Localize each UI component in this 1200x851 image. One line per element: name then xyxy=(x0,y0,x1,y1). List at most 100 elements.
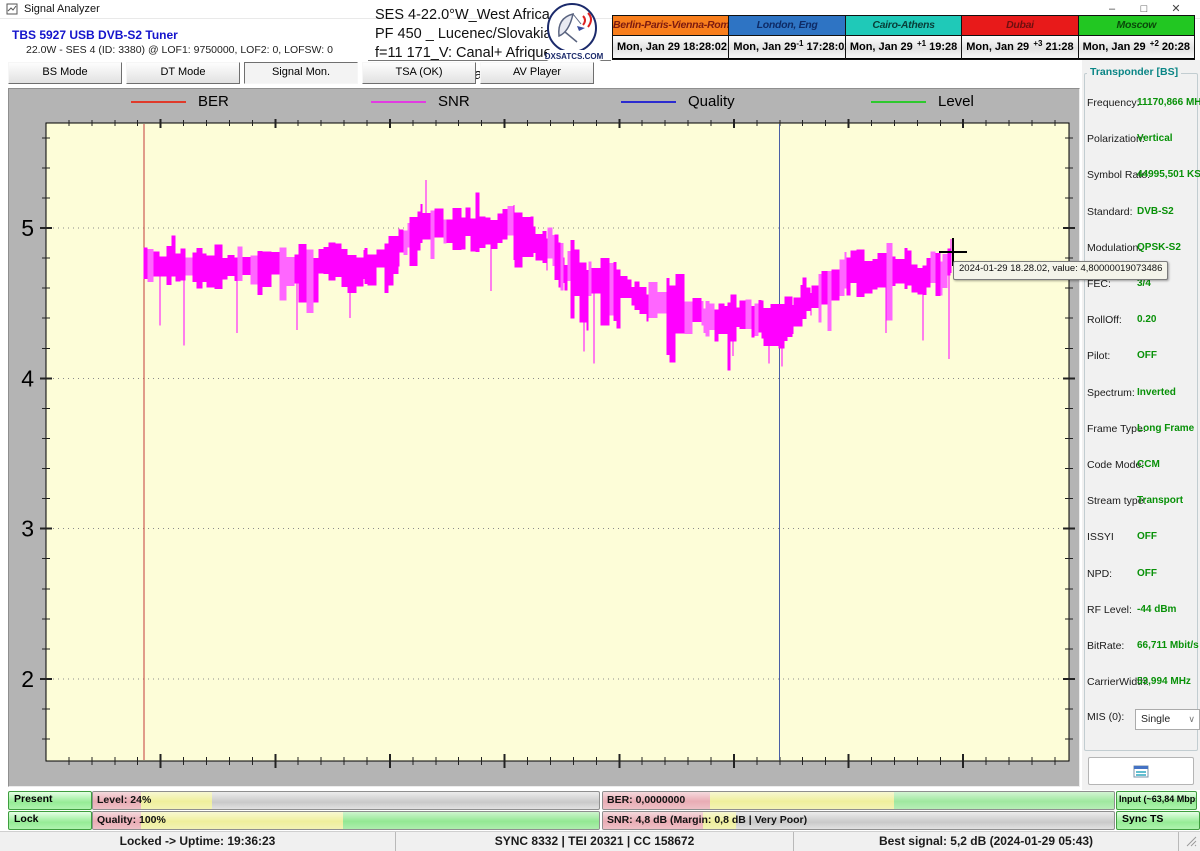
present-button[interactable]: Present xyxy=(8,791,92,810)
tp-value-0: 11170,866 MHz xyxy=(1137,97,1200,108)
chart-tooltip: 2024-01-29 18.28.02, value: 4,8000001907… xyxy=(953,261,1168,280)
legend-label: BER xyxy=(198,93,229,110)
ber-bar-label: BER: 0,0000000 xyxy=(607,792,685,808)
tp-label-8: Spectrum: xyxy=(1087,387,1135,399)
clock-datetime: Mon, Jan 29+321:28 xyxy=(962,36,1077,58)
tp-value-16: 53,994 MHz xyxy=(1137,676,1191,687)
clock-city: Cairo-Athens xyxy=(846,16,961,36)
transponder-sidebar: Transponder [BS] Frequency:11170,866 MHz… xyxy=(1082,60,1200,790)
status-best-signal: Best signal: 5,2 dB (2024-01-29 05:43) xyxy=(794,832,1179,851)
tp-label-13: NPD: xyxy=(1087,568,1112,580)
bar-segment xyxy=(141,792,212,809)
quality-bar: Quality: 100% xyxy=(92,811,600,830)
clock-utc-offset: +3 xyxy=(1033,39,1042,48)
mode-tabs: BS ModeDT ModeSignal Mon.TSA (OK)AV Play… xyxy=(8,62,594,83)
legend-label: Level xyxy=(938,93,974,110)
tab-bs-mode[interactable]: BS Mode xyxy=(8,62,122,84)
status-sync-counters: SYNC 8332 | TEI 20321 | CC 158672 xyxy=(396,832,794,851)
clock-city: Berlin-Paris-Vienna-Roma xyxy=(613,16,728,36)
clock-utc-offset: -1 xyxy=(796,39,803,48)
clock-time-value: 19:28 xyxy=(929,41,957,53)
legend-line-swatch xyxy=(871,101,926,103)
tp-label-14: RF Level: xyxy=(1087,604,1132,616)
tp-value-9: Long Frame xyxy=(1137,423,1194,434)
resize-grip-icon[interactable] xyxy=(1185,835,1198,848)
svg-text:3: 3 xyxy=(21,516,34,542)
snr-bar: SNR: 4,8 dB (Margin: 0,8 dB | Very Poor) xyxy=(602,811,1115,830)
quality-bar-label: Quality: 100% xyxy=(97,812,166,828)
app-icon xyxy=(6,3,18,15)
clock-0: Berlin-Paris-Vienna-RomaMon, Jan 2918:28… xyxy=(613,16,729,59)
tp-label-7: Pilot: xyxy=(1087,350,1110,362)
tp-label-6: RollOff: xyxy=(1087,314,1122,326)
ber-bar: BER: 0,0000000 xyxy=(602,791,1115,810)
tp-value-4: QPSK-S2 xyxy=(1137,242,1181,253)
clock-time-value: 20:28 xyxy=(1162,41,1190,53)
sync-ts-button[interactable]: Sync TS xyxy=(1116,811,1200,830)
clock-4: MoscowMon, Jan 29+220:28 xyxy=(1079,16,1194,59)
playlist-icon xyxy=(1133,765,1149,778)
chart-panel[interactable]: 2 3 4 5 BER SNR Quality Level xyxy=(8,88,1080,787)
input-button[interactable]: Input (~63,84 Mbps) xyxy=(1116,791,1197,810)
clock-2: Cairo-AthensMon, Jan 29+119:28 xyxy=(846,16,962,59)
lock-button[interactable]: Lock xyxy=(8,811,92,830)
clock-date: Mon, Jan 29 xyxy=(850,41,917,53)
tp-value-10: CCM xyxy=(1137,459,1160,470)
tp-value-1: Vertical xyxy=(1137,133,1173,144)
tab-dt-mode[interactable]: DT Mode xyxy=(126,62,240,84)
bar-segment xyxy=(141,812,343,829)
clock-city: London, Eng xyxy=(729,16,844,36)
world-clock-strip: Berlin-Paris-Vienna-RomaMon, Jan 2918:28… xyxy=(612,15,1195,60)
signal-plot[interactable]: 2 3 4 5 xyxy=(9,89,1079,786)
bar-segment xyxy=(894,792,1114,809)
bar-segment xyxy=(343,812,599,829)
clock-utc-offset: +1 xyxy=(917,39,926,48)
mis-dropdown[interactable]: Single ∨ xyxy=(1135,709,1200,730)
tab-signal-mon-[interactable]: Signal Mon. xyxy=(244,62,358,84)
window-title: Signal Analyzer xyxy=(24,3,100,15)
clock-datetime: Mon, Jan 29+119:28 xyxy=(846,36,961,58)
clock-city: Dubai xyxy=(962,16,1077,36)
tp-value-14: -44 dBm xyxy=(1137,604,1176,615)
clock-utc-offset: +2 xyxy=(1150,39,1159,48)
level-bar: Level: 24% xyxy=(92,791,600,810)
svg-text:4: 4 xyxy=(21,365,34,391)
satellite-dish-icon: DXSATCS.COM xyxy=(543,2,605,64)
clock-city: Moscow xyxy=(1079,16,1194,36)
clock-datetime: Mon, Jan 29-117:28:02 xyxy=(729,36,844,58)
legend-line-swatch xyxy=(371,101,426,103)
clock-time-value: 18:28:02 xyxy=(683,41,727,53)
tp-value-11: Transport xyxy=(1137,495,1183,506)
tab-av-player[interactable]: AV Player xyxy=(480,62,594,84)
snr-bar-label: SNR: 4,8 dB (Margin: 0,8 dB | Very Poor) xyxy=(607,812,807,828)
clock-date: Mon, Jan 29 xyxy=(733,41,796,53)
tp-value-6: 0.20 xyxy=(1137,314,1156,325)
tab-tsa-ok-[interactable]: TSA (OK) xyxy=(362,62,476,84)
clock-datetime: Mon, Jan 29+220:28 xyxy=(1079,36,1194,58)
legend-item-ber: BER xyxy=(131,93,229,110)
clock-date: Mon, Jan 29 xyxy=(966,41,1033,53)
status-lock-uptime: Locked -> Uptime: 19:36:23 xyxy=(0,832,396,851)
device-details: 22.0W - SES 4 (ID: 3380) @ LOF1: 9750000… xyxy=(26,44,333,56)
legend-item-quality: Quality xyxy=(621,93,735,110)
svg-text:2: 2 xyxy=(21,666,34,692)
tp-label-12: ISSYI xyxy=(1087,531,1114,543)
tp-label-4: Modulation: xyxy=(1087,242,1141,254)
chevron-down-icon: ∨ xyxy=(1188,710,1195,728)
dxsatcs-logo: DXSATCS.COM xyxy=(543,2,605,64)
legend-label: Quality xyxy=(688,93,735,110)
logo-text: DXSATCS.COM xyxy=(545,52,604,61)
status-bar: Locked -> Uptime: 19:36:23 SYNC 8332 | T… xyxy=(0,831,1200,851)
clock-time-value: 17:28:02 xyxy=(807,41,851,53)
legend-item-snr: SNR xyxy=(371,93,470,110)
svg-text:5: 5 xyxy=(21,215,34,241)
tp-value-7: OFF xyxy=(1137,350,1157,361)
clock-time-value: 21:28 xyxy=(1045,41,1073,53)
clock-datetime: Mon, Jan 2918:28:02 xyxy=(613,36,728,58)
ts-list-button[interactable] xyxy=(1088,757,1194,785)
mis-value: Single xyxy=(1141,713,1170,725)
tp-value-13: OFF xyxy=(1137,568,1157,579)
tp-label-3: Standard: xyxy=(1087,206,1133,218)
transponder-title: Transponder [BS] xyxy=(1087,66,1181,78)
tp-label-10: Code Mode: xyxy=(1087,459,1144,471)
